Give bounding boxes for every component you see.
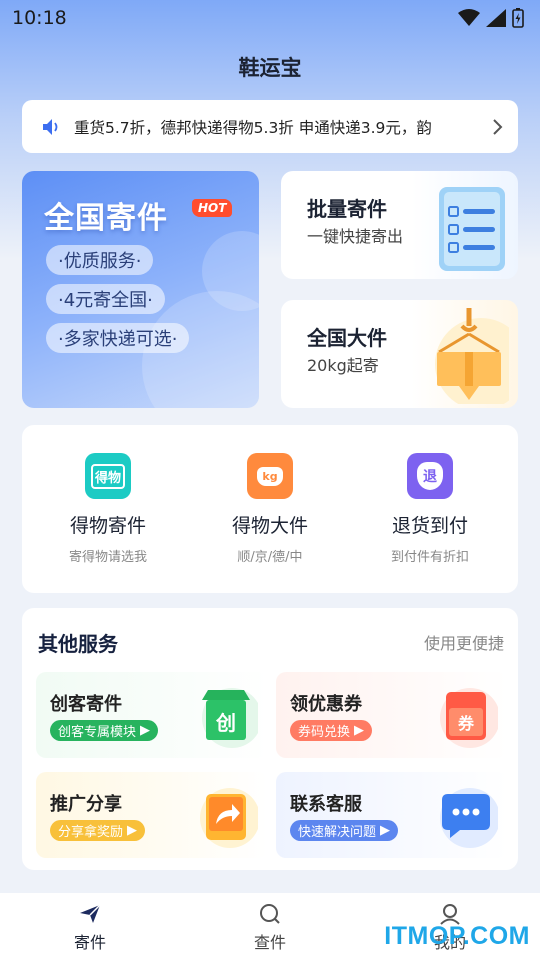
tab-label: 查件 xyxy=(253,933,286,952)
tab-label: 寄件 xyxy=(73,933,106,952)
feature-pill: ·优质服务· xyxy=(46,245,154,275)
tile-button-label: 券码兑换 xyxy=(298,725,351,740)
service-sub: 寄得物请选我 xyxy=(68,550,147,565)
search-icon xyxy=(260,904,280,924)
hot-badge: HOT xyxy=(192,199,233,217)
notice-bar[interactable]: 重货5.7折，德邦快递得物5.3折 申通快递3.9元，韵 xyxy=(22,100,518,153)
tile-button[interactable]: 创客专属模块 ▶ xyxy=(50,720,159,741)
maker-bag-icon: 创 xyxy=(202,688,258,748)
return-icon-text: 退 xyxy=(417,462,443,490)
play-arrow-icon: ▶ xyxy=(380,823,391,838)
dewu-icon-text: 得物 xyxy=(90,463,125,489)
large-title: 全国大件 xyxy=(307,326,387,350)
svg-text:创: 创 xyxy=(215,711,236,735)
tile-maker-send[interactable]: 创客寄件 创客专属模块 ▶ 创 xyxy=(36,672,268,758)
svg-text:券: 券 xyxy=(457,714,475,733)
tile-coupon[interactable]: 领优惠券 券码兑换 ▶ 券 xyxy=(276,672,508,758)
service-row: 得物 得物寄件 寄得物请选我 kg 得物大件 顺/京/德/中 退 退货到付 到付… xyxy=(22,425,518,593)
coupon-icon: 券 xyxy=(440,688,498,748)
batch-title: 批量寄件 xyxy=(307,197,387,221)
service-sub: 顺/京/德/中 xyxy=(237,550,303,565)
feature-pill: ·多家快递可选· xyxy=(46,323,190,353)
tile-customer-service[interactable]: 联系客服 快速解决问题 ▶ xyxy=(276,772,508,858)
tile-title: 领优惠券 xyxy=(290,694,362,715)
tile-title: 联系客服 xyxy=(290,794,362,815)
tile-button-label: 快速解决问题 xyxy=(298,825,377,840)
crane-box-icon xyxy=(435,308,509,404)
tile-button[interactable]: 券码兑换 ▶ xyxy=(290,720,373,741)
share-icon xyxy=(200,788,258,848)
chevron-right-icon xyxy=(493,118,503,135)
play-arrow-icon: ▶ xyxy=(140,723,151,738)
tile-title: 推广分享 xyxy=(50,794,122,815)
tile-promote-share[interactable]: 推广分享 分享拿奖励 ▶ xyxy=(36,772,268,858)
wifi-icon xyxy=(458,9,480,26)
return-shield-icon: 退 xyxy=(407,453,453,499)
tile-button-label: 创客专属模块 xyxy=(58,725,137,740)
nationwide-send-card[interactable]: 全国寄件 HOT ·优质服务· ·4元寄全国· ·多家快递可选· xyxy=(22,171,259,408)
service-dewu-send[interactable]: 得物 得物寄件 寄得物请选我 xyxy=(38,453,178,565)
service-label: 退货到付 xyxy=(391,515,468,537)
tile-button[interactable]: 分享拿奖励 ▶ xyxy=(50,820,146,841)
large-subtitle: 20kg起寄 xyxy=(307,356,379,375)
service-return-cod[interactable]: 退 退货到付 到付件有折扣 xyxy=(360,453,500,565)
status-icons xyxy=(458,8,524,28)
service-label: 得物大件 xyxy=(231,515,308,537)
dewu-icon: 得物 xyxy=(85,453,131,499)
watermark: ITMOP.COM xyxy=(384,922,530,950)
service-label: 得物寄件 xyxy=(69,515,146,537)
checklist-icon xyxy=(439,187,505,271)
status-bar: 10:18 xyxy=(0,0,540,36)
weight-icon-text: kg xyxy=(257,466,283,486)
tab-send[interactable]: 寄件 xyxy=(0,893,180,960)
section-title: 其他服务 xyxy=(38,632,118,656)
batch-send-card[interactable]: 批量寄件 一键快捷寄出 xyxy=(281,171,518,279)
play-arrow-icon: ▶ xyxy=(127,823,138,838)
page-title: 鞋运宝 xyxy=(238,56,302,80)
speaker-icon xyxy=(43,118,58,135)
section-more-link[interactable]: 使用更便捷 xyxy=(424,630,504,654)
batch-subtitle: 一键快捷寄出 xyxy=(307,227,404,246)
nationwide-title: 全国寄件 xyxy=(44,201,168,236)
tile-button[interactable]: 快速解决问题 ▶ xyxy=(290,820,399,841)
status-time: 10:18 xyxy=(12,7,67,29)
chat-bubble-icon xyxy=(440,788,498,848)
tile-button-label: 分享拿奖励 xyxy=(58,825,124,840)
feature-pill: ·4元寄全国· xyxy=(46,284,165,314)
tile-title: 创客寄件 xyxy=(50,694,122,715)
play-arrow-icon: ▶ xyxy=(354,723,365,738)
send-icon xyxy=(80,904,101,923)
service-sub: 到付件有折扣 xyxy=(390,550,469,565)
service-dewu-large[interactable]: kg 得物大件 顺/京/德/中 xyxy=(200,453,340,565)
signal-icon xyxy=(486,9,506,27)
tab-track[interactable]: 查件 xyxy=(180,893,360,960)
other-services-section: 其他服务 使用更便捷 创客寄件 创客专属模块 ▶ 创 领优惠券 券码兑换 ▶ 券 推… xyxy=(22,608,518,870)
notice-text: 重货5.7折，德邦快递得物5.3折 申通快递3.9元，韵 xyxy=(74,118,432,137)
large-item-card[interactable]: 全国大件 20kg起寄 xyxy=(281,300,518,408)
battery-icon xyxy=(512,8,524,28)
weight-bag-icon: kg xyxy=(247,453,293,499)
